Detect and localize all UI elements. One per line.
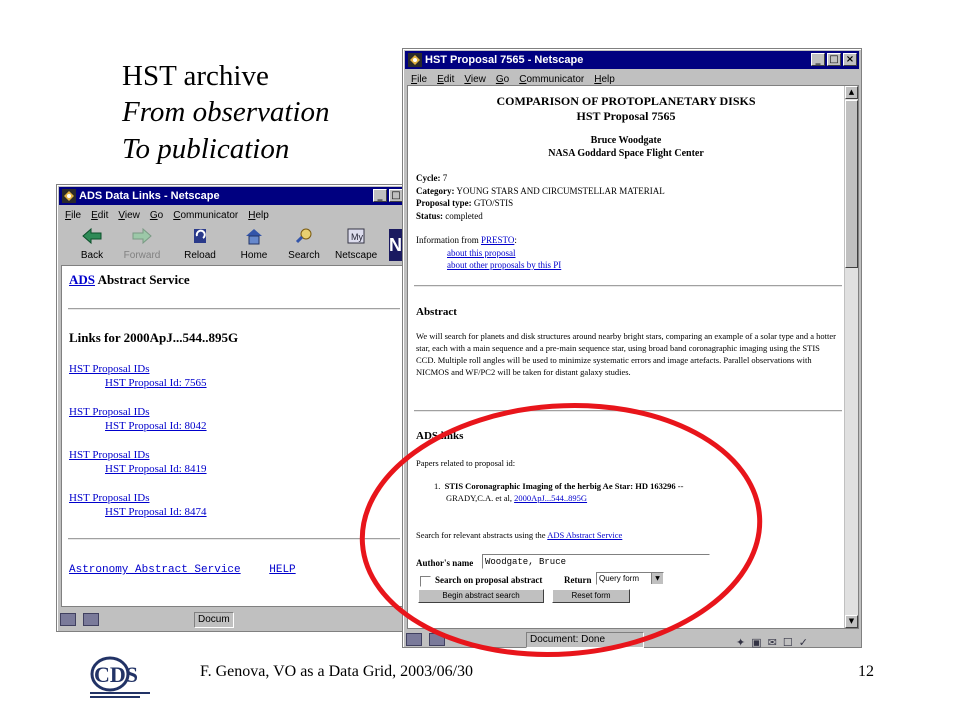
security-lock-icon xyxy=(60,612,76,626)
menu-view[interactable]: View xyxy=(118,208,140,224)
back-button[interactable]: Back xyxy=(71,225,113,265)
highlight-ellipse-stroke xyxy=(359,403,763,657)
divider xyxy=(414,285,842,287)
hst-proposal-ids-link[interactable]: HST Proposal IDs xyxy=(69,405,207,419)
close-button[interactable]: × xyxy=(843,53,857,66)
link-group-3: HST Proposal IDs HST Proposal Id: 8419 xyxy=(69,448,207,476)
slide-title-line-1: HST archive xyxy=(122,60,269,92)
field-value: GTO/STIS xyxy=(473,198,514,208)
links-heading: Links for 2000ApJ...544..895G xyxy=(69,330,239,345)
pi-name: Bruce Woodgate xyxy=(590,135,662,146)
search-icon xyxy=(295,228,312,244)
field-label: Status: xyxy=(416,210,444,221)
ads-navigation-toolbar: Back Forward Reload Home Search My Netsc… xyxy=(61,225,407,265)
proposal-fields: Cycle: 7 Category: YOUNG STARS AND CIRCU… xyxy=(416,172,665,222)
ads-header: ADS Abstract Service xyxy=(69,272,190,288)
home-icon xyxy=(246,229,262,245)
ads-footer-links: Astronomy Abstract Service HELP xyxy=(69,564,296,576)
link-group-2: HST Proposal IDs HST Proposal Id: 8042 xyxy=(69,405,207,433)
slide-footer-text: F. Genova, VO as a Data Grid, 2003/06/30 xyxy=(200,663,474,680)
proposal-title: COMPARISON OF PROTOPLANETARY DISKS xyxy=(496,94,756,108)
maximize-button[interactable]: □ xyxy=(827,53,841,66)
back-arrow-icon xyxy=(82,227,102,245)
vertical-scrollbar[interactable]: ▲ ▼ xyxy=(844,86,858,628)
menu-file[interactable]: File xyxy=(65,208,81,224)
minimize-button[interactable]: _ xyxy=(811,53,825,66)
astronomy-abstract-service-link[interactable]: Astronomy Abstract Service xyxy=(69,564,241,576)
home-label: Home xyxy=(240,250,268,261)
forward-button[interactable]: Forward xyxy=(121,225,163,265)
hst-proposal-ids-link[interactable]: HST Proposal IDs xyxy=(69,448,207,462)
hst-proposal-8419-link[interactable]: HST Proposal Id: 8419 xyxy=(105,462,207,476)
cds-logo: CDS xyxy=(90,656,150,698)
ads-header-text: Abstract Service xyxy=(97,272,190,287)
presto-link[interactable]: PRESTO xyxy=(481,235,514,245)
netscape-logo-icon xyxy=(62,189,76,203)
svg-text:My: My xyxy=(351,232,363,242)
reload-button[interactable]: Reload xyxy=(179,225,221,265)
menu-go[interactable]: Go xyxy=(150,208,163,224)
proposal-heading: COMPARISON OF PROTOPLANETARY DISKS HST P… xyxy=(408,94,844,124)
netscape-label: Netscape xyxy=(335,250,378,261)
divider xyxy=(68,308,400,310)
info-suffix: : xyxy=(514,235,517,245)
hst-proposal-8474-link[interactable]: HST Proposal Id: 8474 xyxy=(105,505,207,519)
ads-window-title: ADS Data Links - Netscape xyxy=(79,190,220,202)
scroll-down-arrow-icon[interactable]: ▼ xyxy=(845,615,858,628)
highlight-ellipse xyxy=(359,403,763,657)
help-link[interactable]: HELP xyxy=(269,564,295,576)
reload-icon xyxy=(194,229,206,243)
scroll-thumb[interactable] xyxy=(845,100,858,268)
slide-page-number: 12 xyxy=(858,663,874,680)
ads-home-link[interactable]: ADS xyxy=(69,272,95,287)
hst-window-title: HST Proposal 7565 - Netscape xyxy=(425,54,584,66)
search-button[interactable]: Search xyxy=(283,225,325,265)
about-proposal-link[interactable]: about this proposal xyxy=(447,247,561,260)
hst-proposal-7565-link[interactable]: HST Proposal Id: 7565 xyxy=(105,376,207,390)
link-group-4: HST Proposal IDs HST Proposal Id: 8474 xyxy=(69,491,207,519)
abstract-text: We will search for planets and disk stru… xyxy=(416,331,836,377)
abstract-heading: Abstract xyxy=(416,306,457,318)
search-label: Search xyxy=(288,250,320,261)
scroll-up-arrow-icon[interactable]: ▲ xyxy=(845,86,858,99)
pi-institution: NASA Goddard Space Flight Center xyxy=(548,148,704,159)
minimize-button[interactable]: _ xyxy=(373,189,387,202)
logo-text: CDS xyxy=(94,662,138,687)
field-value: completed xyxy=(445,210,483,221)
menu-help[interactable]: Help xyxy=(248,208,269,224)
field-value: 7 xyxy=(442,173,448,183)
slide-title-line-3: To publication xyxy=(122,133,290,165)
proposal-number: HST Proposal 7565 xyxy=(576,109,676,123)
about-pi-proposals-link[interactable]: about other proposals by this PI xyxy=(447,259,561,272)
field-label: Proposal type: xyxy=(416,198,472,208)
ads-menubar: File Edit View Go Communicator Help xyxy=(61,208,403,224)
back-label: Back xyxy=(80,250,104,261)
menu-edit[interactable]: Edit xyxy=(91,208,108,224)
field-label: Cycle: xyxy=(416,173,441,183)
presto-info: Information from PRESTO: about this prop… xyxy=(416,234,561,272)
field-label: Category: xyxy=(416,185,455,196)
reload-label: Reload xyxy=(184,250,216,261)
slide-title-line-2: From observation xyxy=(122,96,330,128)
link-group-1: HST Proposal IDs HST Proposal Id: 7565 xyxy=(69,362,207,390)
maximize-button[interactable]: □ xyxy=(389,189,403,202)
forward-label: Forward xyxy=(123,250,161,261)
hst-proposal-ids-link[interactable]: HST Proposal IDs xyxy=(69,362,207,376)
hst-proposal-ids-link[interactable]: HST Proposal IDs xyxy=(69,491,207,505)
netscape-button[interactable]: My Netscape xyxy=(335,225,377,265)
info-prefix: Information from xyxy=(416,235,479,245)
ads-window-titlebar[interactable]: ADS Data Links - Netscape _ □ xyxy=(59,187,405,205)
hst-window-titlebar[interactable]: HST Proposal 7565 - Netscape _ □ × xyxy=(405,51,859,69)
connection-icon xyxy=(82,612,99,626)
netscape-icon: My xyxy=(347,228,365,244)
netscape-logo-icon xyxy=(408,53,422,67)
home-button[interactable]: Home xyxy=(233,225,275,265)
menu-communicator[interactable]: Communicator xyxy=(173,208,238,224)
proposal-pi: Bruce Woodgate NASA Goddard Space Flight… xyxy=(408,134,844,160)
ads-status-text: Docum xyxy=(194,612,234,628)
field-value: YOUNG STARS AND CIRCUMSTELLAR MATERIAL xyxy=(456,185,665,196)
hst-proposal-8042-link[interactable]: HST Proposal Id: 8042 xyxy=(105,419,207,433)
forward-arrow-icon xyxy=(132,227,152,245)
